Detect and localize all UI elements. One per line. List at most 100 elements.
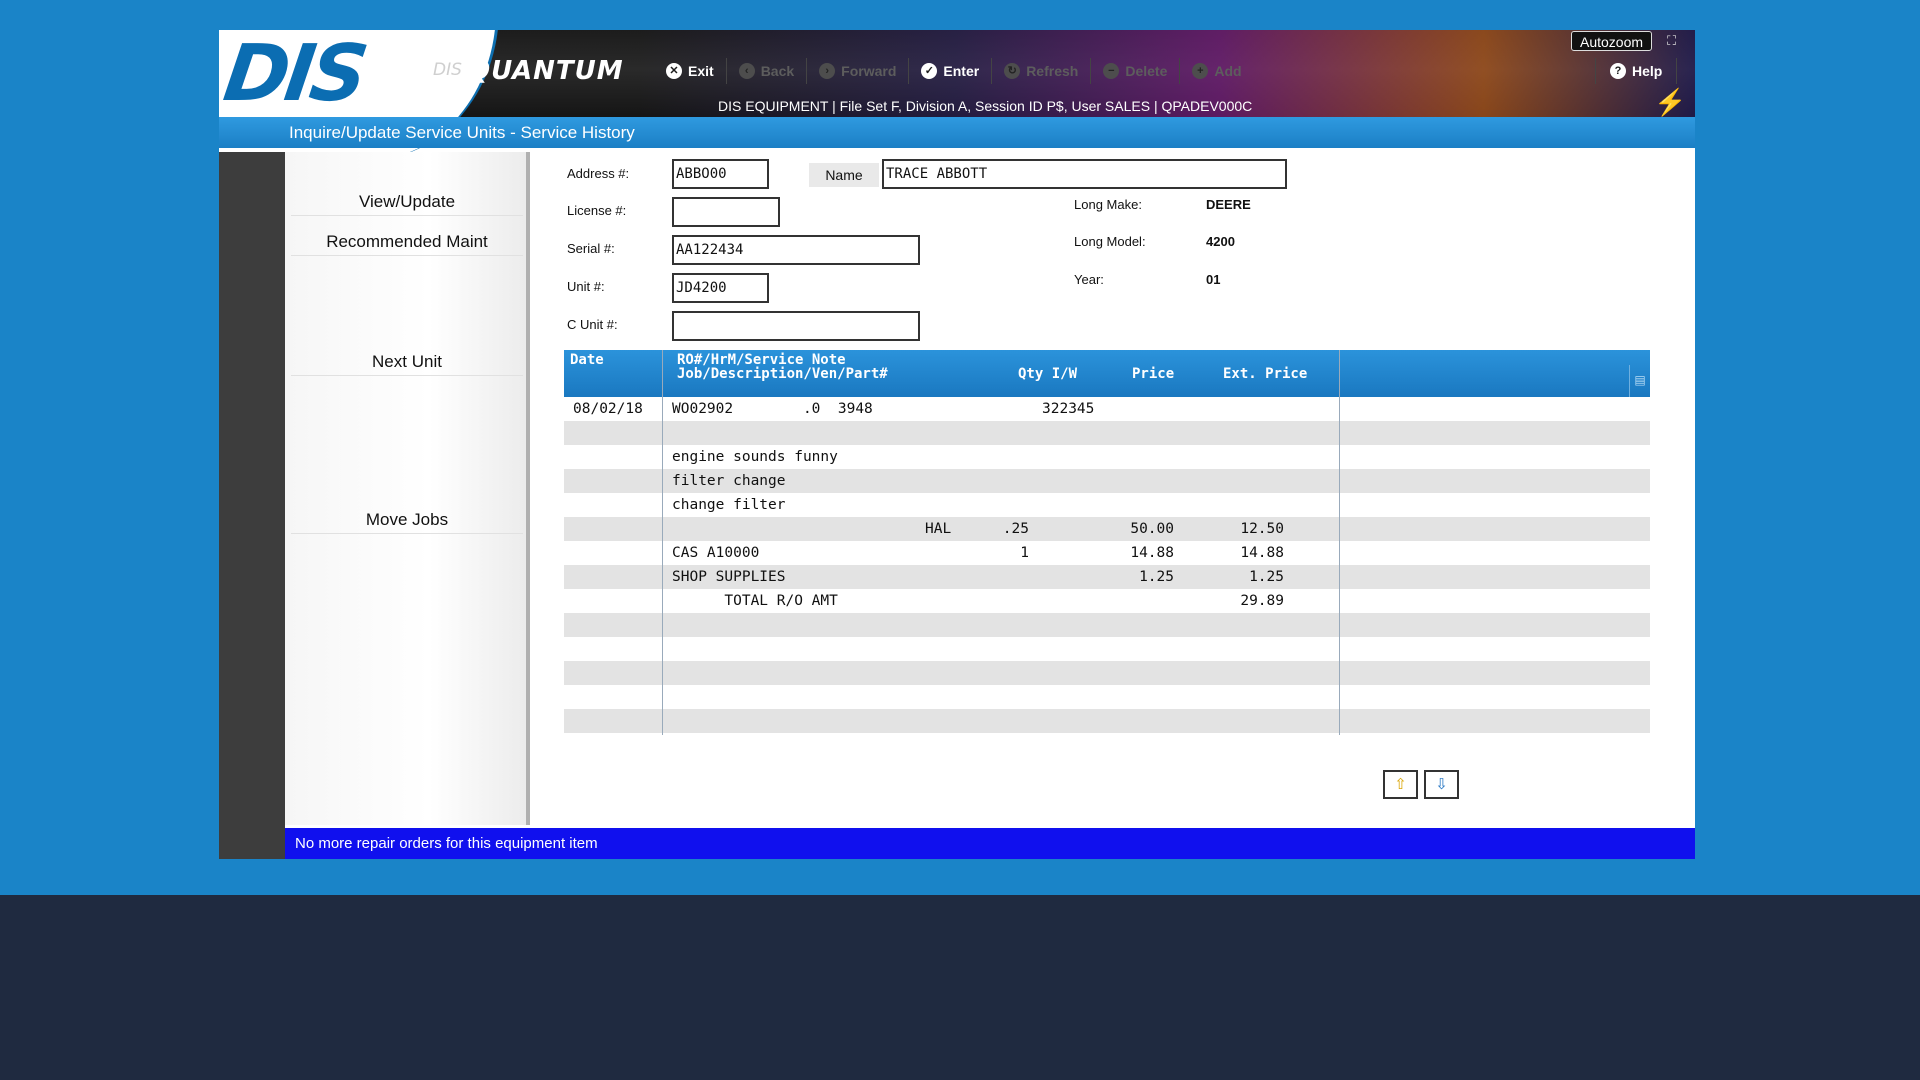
cell-desc: filter change bbox=[672, 473, 786, 489]
col-qty: Qty I/W bbox=[1018, 366, 1078, 382]
grid-separator bbox=[662, 350, 663, 735]
year-value: 01 bbox=[1206, 272, 1221, 287]
cell-ext: 29.89 bbox=[1240, 593, 1284, 609]
cell-desc: SHOP SUPPLIES bbox=[672, 569, 786, 585]
app-header: DIS DIS QUANTUM Autozoom ⛶ ✕ Exit ‹ Back… bbox=[219, 30, 1695, 160]
col-date: Date bbox=[570, 352, 604, 368]
table-row[interactable] bbox=[564, 661, 1650, 685]
cell-price: 1.25 bbox=[1139, 569, 1174, 585]
serial-label: Serial #: bbox=[567, 241, 615, 256]
close-icon: ✕ bbox=[666, 63, 682, 79]
refresh-label: Refresh bbox=[1026, 63, 1079, 79]
table-row[interactable] bbox=[564, 421, 1650, 445]
menu-item-recommended-maint[interactable]: Recommended Maint bbox=[291, 232, 523, 256]
brand-name: QUANTUM bbox=[468, 56, 624, 86]
refresh-icon: ↻ bbox=[1004, 63, 1021, 79]
add-label: Add bbox=[1214, 63, 1242, 79]
exit-button[interactable]: ✕ Exit bbox=[654, 58, 727, 84]
toolbar: ✕ Exit ‹ Back › Forward ✓ Enter ↻ Refres… bbox=[654, 58, 1254, 84]
cell-desc: engine sounds funny bbox=[672, 449, 838, 465]
delete-label: Delete bbox=[1125, 63, 1168, 79]
refresh-button[interactable]: ↻ Refresh bbox=[992, 58, 1092, 84]
back-label: Back bbox=[760, 63, 795, 79]
year-label: Year: bbox=[1074, 272, 1104, 287]
table-row[interactable]: SHOP SUPPLIES 1.25 1.25 bbox=[564, 565, 1650, 589]
page-title-bar: Inquire/Update Service Units - Service H… bbox=[219, 117, 1695, 148]
logo-panel: DIS bbox=[219, 30, 409, 119]
main-content: Address #: ABBO00 Name TRACE ABBOTT Lice… bbox=[534, 152, 1695, 825]
table-row[interactable] bbox=[564, 709, 1650, 733]
forward-label: Forward bbox=[841, 63, 897, 79]
table-row[interactable]: change filter bbox=[564, 493, 1650, 517]
menu-item-next-unit[interactable]: Next Unit bbox=[291, 352, 523, 376]
add-button[interactable]: + Add bbox=[1180, 58, 1253, 84]
forward-button[interactable]: › Forward bbox=[807, 58, 910, 84]
table-row[interactable]: 08/02/18 WO02902 .0 3948 322345 bbox=[564, 397, 1650, 421]
expand-icon[interactable]: ⛶ bbox=[1667, 33, 1676, 49]
page-down-button[interactable]: ⇩ bbox=[1424, 770, 1459, 799]
exit-label: Exit bbox=[688, 63, 714, 79]
col-ro-line2: Job/Description/Ven/Part# bbox=[677, 366, 888, 382]
left-strip bbox=[219, 152, 285, 859]
back-button[interactable]: ‹ Back bbox=[727, 58, 808, 84]
long-model-label: Long Model: bbox=[1074, 234, 1146, 249]
enter-button[interactable]: ✓ Enter bbox=[909, 58, 993, 84]
cell-price: 50.00 bbox=[1130, 521, 1174, 537]
unit-field[interactable]: JD4200 bbox=[672, 273, 769, 303]
cell-price: 14.88 bbox=[1130, 545, 1174, 561]
enter-label: Enter bbox=[943, 63, 980, 79]
long-make-label: Long Make: bbox=[1074, 197, 1142, 212]
menu-item-view-update[interactable]: View/Update bbox=[291, 192, 523, 216]
page-up-button[interactable]: ⇧ bbox=[1383, 770, 1418, 799]
app-window: DIS DIS QUANTUM Autozoom ⛶ ✕ Exit ‹ Back… bbox=[219, 30, 1695, 859]
dis-logo: DIS bbox=[219, 30, 370, 119]
long-make-value: DEERE bbox=[1206, 197, 1251, 212]
license-field[interactable] bbox=[672, 197, 780, 227]
menu-item-move-jobs[interactable]: Move Jobs bbox=[291, 510, 523, 534]
long-model-value: 4200 bbox=[1206, 234, 1235, 249]
license-label: License #: bbox=[567, 203, 627, 218]
table-row[interactable]: HAL .25 50.00 12.50 bbox=[564, 517, 1650, 541]
help-button[interactable]: ? Help bbox=[1595, 58, 1678, 84]
arrow-up-icon: ⇧ bbox=[1394, 776, 1407, 793]
unit-label: Unit #: bbox=[567, 279, 605, 294]
cell-ext: 14.88 bbox=[1240, 545, 1284, 561]
cunit-field[interactable] bbox=[672, 311, 920, 341]
table-row[interactable]: TOTAL R/O AMT 29.89 bbox=[564, 589, 1650, 613]
help-icon: ? bbox=[1610, 63, 1626, 79]
side-menu: View/Update Recommended Maint Next Unit … bbox=[285, 152, 530, 825]
cell-desc2: 322345 bbox=[1042, 401, 1095, 417]
table-row[interactable]: filter change bbox=[564, 469, 1650, 493]
status-message: No more repair orders for this equipment… bbox=[295, 835, 598, 852]
autozoom-button[interactable]: Autozoom bbox=[1571, 31, 1653, 51]
cell-qty: .25 bbox=[1002, 521, 1029, 537]
lightning-icon: ⚡ bbox=[1654, 87, 1687, 117]
delete-button[interactable]: − Delete bbox=[1091, 58, 1181, 84]
table-row[interactable] bbox=[564, 685, 1650, 709]
col-ext-price: Ext. Price bbox=[1223, 366, 1308, 382]
page-title: Inquire/Update Service Units - Service H… bbox=[289, 123, 635, 142]
cell-ext: 1.25 bbox=[1249, 569, 1284, 585]
cunit-label: C Unit #: bbox=[567, 317, 618, 332]
back-icon: ‹ bbox=[738, 63, 755, 79]
service-history-grid: Date RO#/HrM/Service Note Job/Descriptio… bbox=[564, 350, 1650, 735]
cell-qty: 1 bbox=[1020, 545, 1029, 561]
cell-desc: TOTAL R/O AMT bbox=[672, 593, 838, 609]
add-icon: + bbox=[1192, 63, 1209, 79]
table-row[interactable]: engine sounds funny bbox=[564, 445, 1650, 469]
grid-header: Date RO#/HrM/Service Note Job/Descriptio… bbox=[564, 350, 1650, 397]
arrow-down-icon: ⇩ bbox=[1435, 776, 1448, 793]
address-field[interactable]: ABBO00 bbox=[672, 159, 769, 189]
serial-field[interactable]: AA122434 bbox=[672, 235, 920, 265]
grid-menu-icon[interactable]: ▤ bbox=[1629, 365, 1650, 397]
forward-icon: › bbox=[819, 63, 836, 79]
cell-desc: change filter bbox=[672, 497, 786, 513]
table-row[interactable]: CAS A10000 1 14.88 14.88 bbox=[564, 541, 1650, 565]
session-info: DIS EQUIPMENT | File Set F, Division A, … bbox=[718, 98, 1253, 114]
delete-icon: − bbox=[1103, 63, 1120, 79]
help-label: Help bbox=[1632, 63, 1663, 79]
grid-separator bbox=[1339, 350, 1340, 735]
table-row[interactable] bbox=[564, 637, 1650, 661]
table-row[interactable] bbox=[564, 613, 1650, 637]
name-field[interactable]: TRACE ABBOTT bbox=[882, 159, 1287, 189]
